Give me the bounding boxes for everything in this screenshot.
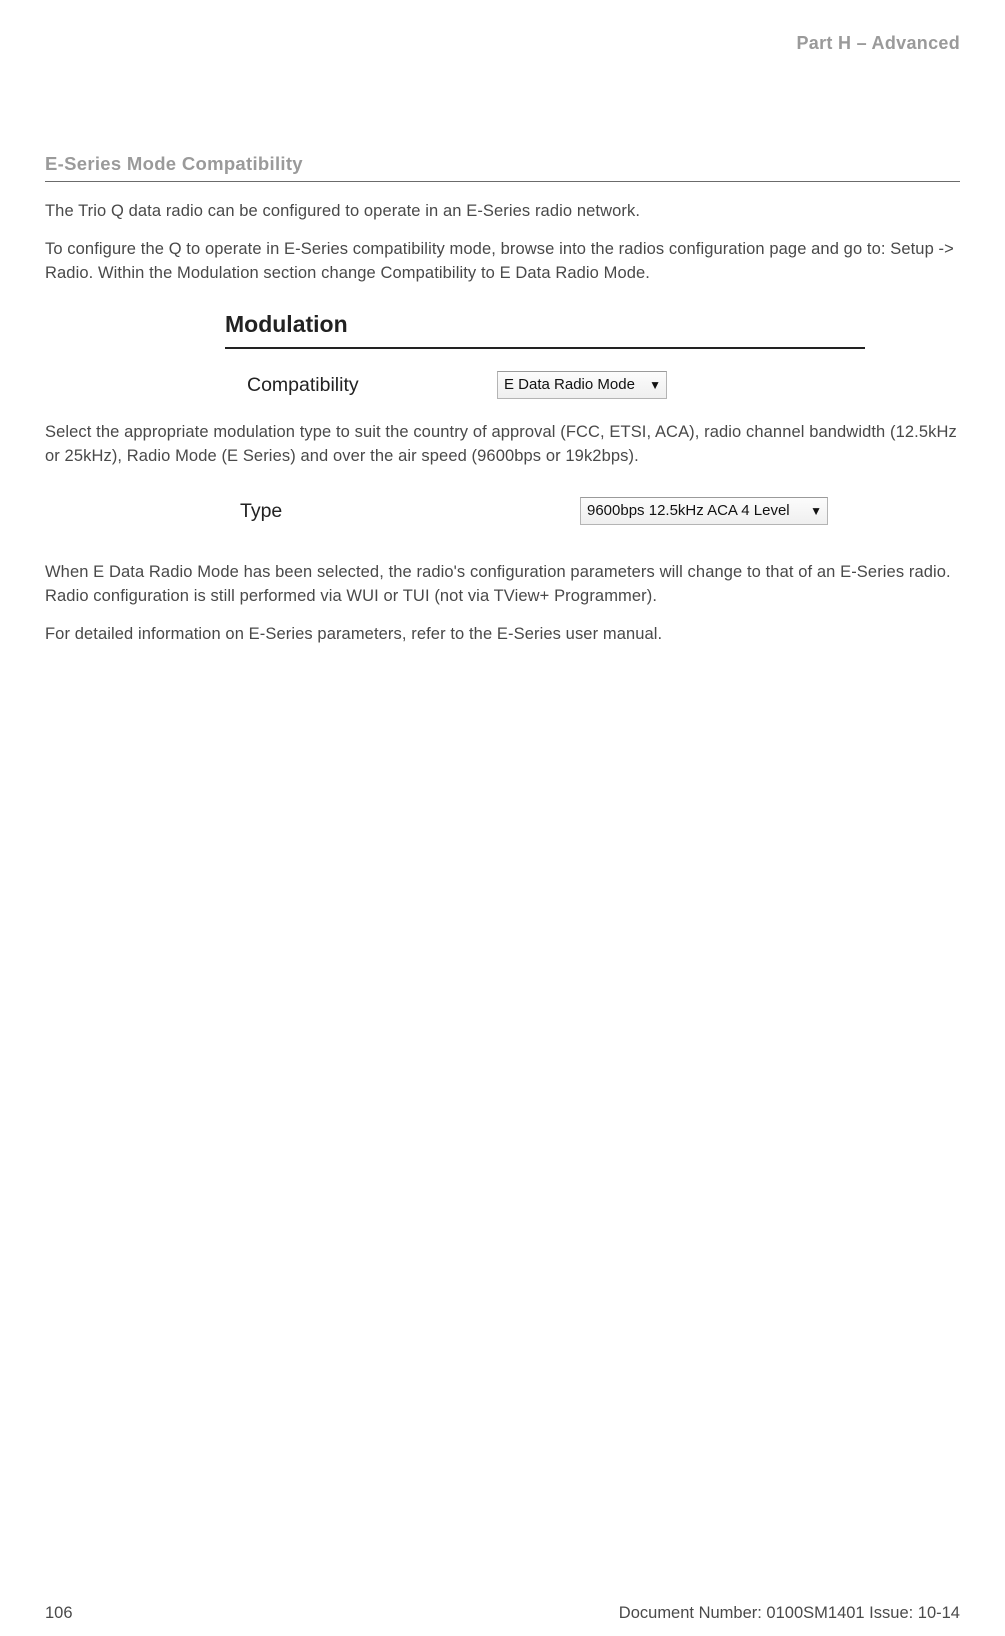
page-number: 106 [45, 1602, 73, 1626]
compatibility-label: Compatibility [247, 371, 497, 399]
type-dropdown[interactable]: 9600bps 12.5kHz ACA 4 Level ▼ [580, 497, 828, 525]
document-info: Document Number: 0100SM1401 Issue: 10-14 [619, 1602, 960, 1626]
compatibility-dropdown-value: E Data Radio Mode [504, 374, 635, 396]
type-label: Type [240, 497, 580, 525]
figure-group-title: Modulation [225, 308, 865, 341]
page-header-section: Part H – Advanced [45, 30, 960, 56]
chevron-down-icon: ▼ [649, 379, 661, 391]
figure-type: Type 9600bps 12.5kHz ACA 4 Level ▼ [240, 497, 920, 525]
figure-divider [225, 347, 865, 349]
body-paragraph: The Trio Q data radio can be configured … [45, 200, 960, 224]
body-paragraph: For detailed information on E-Series par… [45, 623, 960, 647]
type-dropdown-value: 9600bps 12.5kHz ACA 4 Level [587, 500, 790, 522]
compatibility-dropdown[interactable]: E Data Radio Mode ▼ [497, 371, 667, 399]
body-paragraph: To configure the Q to operate in E-Serie… [45, 238, 960, 286]
figure-modulation: Modulation Compatibility E Data Radio Mo… [225, 308, 865, 400]
chevron-down-icon: ▼ [810, 505, 822, 517]
body-paragraph: Select the appropriate modulation type t… [45, 421, 960, 469]
body-paragraph: When E Data Radio Mode has been selected… [45, 561, 960, 609]
section-title: E-Series Mode Compatibility [45, 151, 960, 182]
